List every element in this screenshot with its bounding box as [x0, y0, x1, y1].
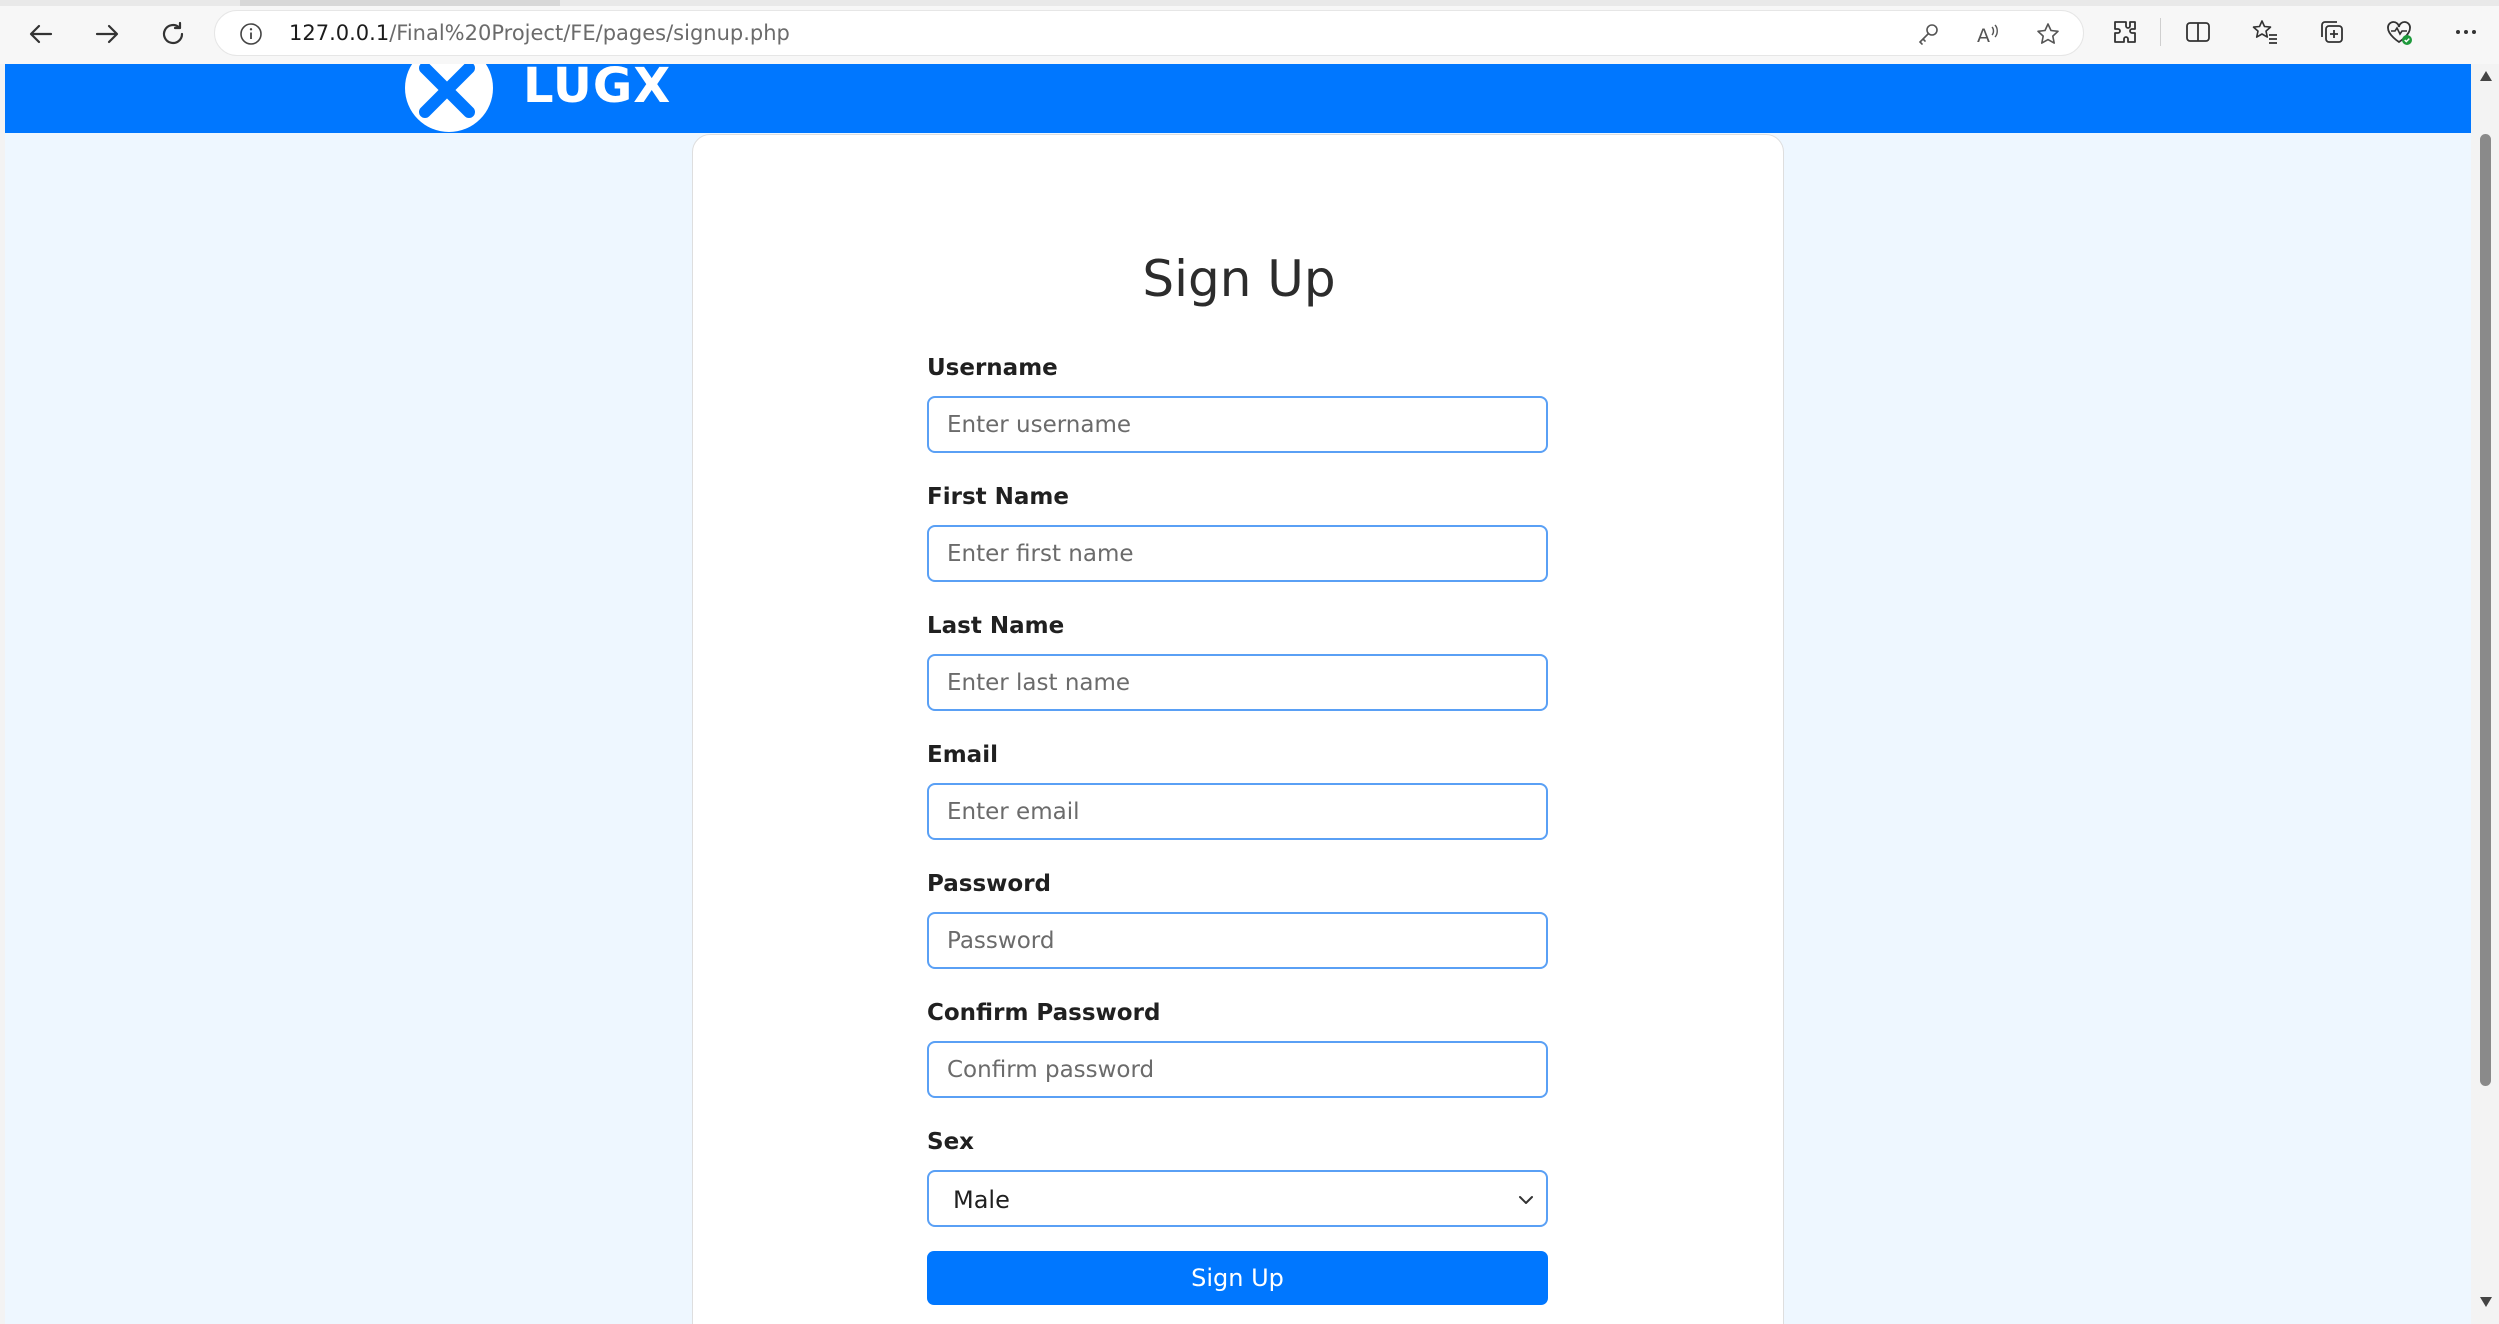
split-screen-icon — [2186, 22, 2210, 42]
collections-icon — [2321, 21, 2343, 43]
password-input[interactable] — [927, 912, 1548, 969]
key-icon[interactable] — [1915, 21, 1941, 47]
refresh-button[interactable] — [151, 12, 195, 56]
info-icon[interactable] — [239, 22, 263, 46]
browser-toolbar: 127.0.0.1/Final%20Project/FE/pages/signu… — [0, 0, 2499, 64]
browser-essentials-icon — [2387, 21, 2412, 45]
favorites-icon — [2252, 20, 2277, 44]
active-tab-indicator[interactable] — [240, 0, 560, 6]
username-label: Username — [927, 355, 1058, 381]
chevron-down-icon — [1519, 1196, 1533, 1204]
svg-text:A: A — [1977, 25, 1990, 47]
back-button[interactable] — [19, 12, 63, 56]
url-text[interactable]: 127.0.0.1/Final%20Project/FE/pages/signu… — [289, 21, 790, 45]
extensions-button[interactable] — [2108, 15, 2142, 49]
scrollbar-thumb[interactable] — [2480, 134, 2491, 1086]
confirm-password-label: Confirm Password — [927, 1000, 1161, 1026]
last-name-label: Last Name — [927, 613, 1065, 639]
read-aloud-icon[interactable]: A — [1975, 21, 2001, 47]
url-path: /Final%20Project/FE/pages/signup.php — [389, 21, 790, 45]
scroll-down-arrow-icon[interactable] — [2479, 1296, 2493, 1308]
url-host: 127.0.0.1 — [289, 21, 390, 45]
page-scrollbar[interactable] — [2472, 64, 2499, 1324]
first-name-input[interactable] — [927, 525, 1548, 582]
toolbar-divider — [2160, 18, 2161, 46]
collections-button[interactable] — [2315, 15, 2349, 49]
signup-submit-button[interactable]: Sign Up — [927, 1251, 1548, 1305]
first-name-label: First Name — [927, 484, 1069, 510]
address-bar[interactable]: 127.0.0.1/Final%20Project/FE/pages/signu… — [214, 10, 2084, 56]
signup-card: Sign Up — [692, 134, 1784, 1324]
page-viewport: LUGX Sign Up Username First Name Last Na… — [5, 64, 2471, 1324]
password-label: Password — [927, 871, 1051, 897]
back-icon — [29, 24, 53, 44]
favorites-button[interactable] — [2248, 15, 2282, 49]
confirm-password-input[interactable] — [927, 1041, 1548, 1098]
sex-label: Sex — [927, 1129, 974, 1155]
more-icon — [2456, 30, 2476, 34]
brand-logo-text[interactable]: LUGX — [523, 64, 671, 114]
page-title: Sign Up — [1142, 250, 1336, 308]
browser-essentials-button[interactable] — [2382, 15, 2416, 49]
logo-icon[interactable] — [403, 64, 495, 134]
refresh-icon — [162, 21, 184, 45]
forward-button[interactable] — [85, 12, 129, 56]
site-header: LUGX — [5, 64, 2471, 133]
scroll-up-arrow-icon[interactable] — [2479, 70, 2493, 82]
username-input[interactable] — [927, 396, 1548, 453]
forward-icon — [95, 24, 119, 44]
split-screen-button[interactable] — [2181, 15, 2215, 49]
sex-selected-value: Male — [953, 1186, 1010, 1214]
email-label: Email — [927, 742, 998, 768]
more-button[interactable] — [2449, 15, 2483, 49]
email-input[interactable] — [927, 783, 1548, 840]
last-name-input[interactable] — [927, 654, 1548, 711]
extensions-icon — [2114, 21, 2136, 43]
sex-select[interactable]: Male — [927, 1170, 1548, 1227]
favorite-star-icon[interactable] — [2035, 21, 2061, 47]
